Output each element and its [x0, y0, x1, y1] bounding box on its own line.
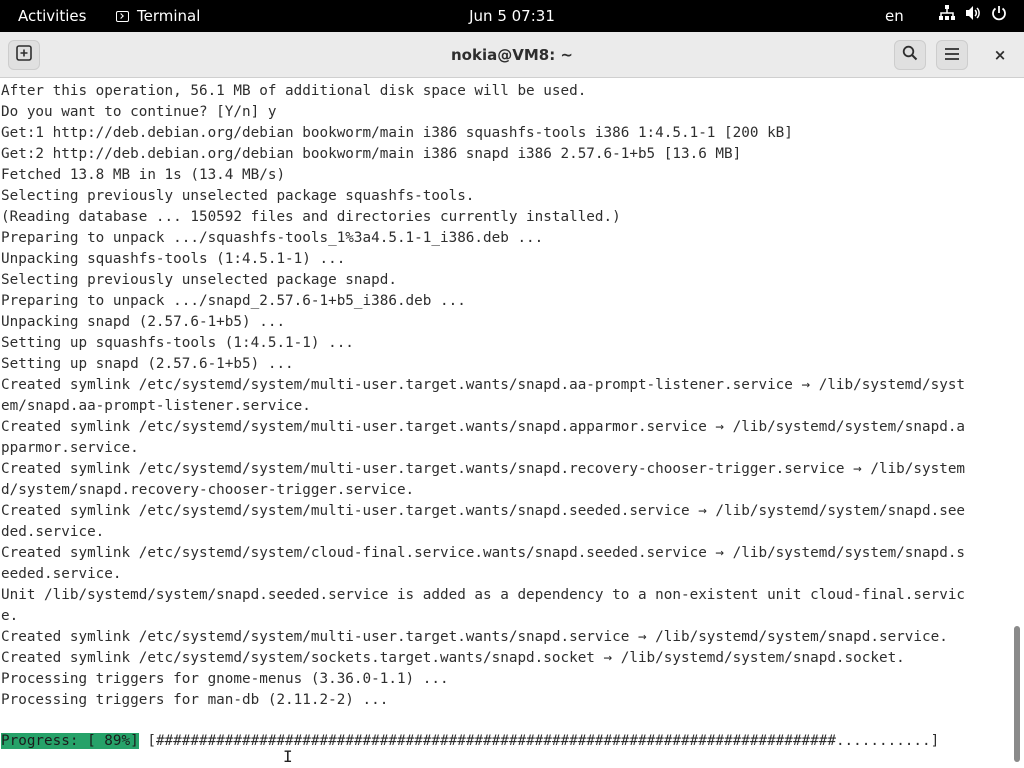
terminal-line: pparmor.service.: [1, 440, 139, 456]
terminal-line: Created symlink /etc/systemd/system/sock…: [1, 650, 905, 666]
scrollbar-thumb[interactable]: [1014, 626, 1020, 762]
terminal-line: Unpacking snapd (2.57.6-1+b5) ...: [1, 314, 286, 330]
terminal-line: Get:1 http://deb.debian.org/debian bookw…: [1, 125, 793, 141]
scrollbar[interactable]: [1010, 78, 1024, 768]
terminal-line: e.: [1, 608, 19, 624]
terminal-line: Get:2 http://deb.debian.org/debian bookw…: [1, 146, 742, 162]
progress-label: Progress: [ 89%]: [1, 733, 139, 749]
new-tab-icon: [16, 45, 32, 65]
terminal-line: Processing triggers for man-db (2.11.2-2…: [1, 692, 389, 708]
terminal-line: Setting up snapd (2.57.6-1+b5) ...: [1, 356, 294, 372]
clock[interactable]: Jun 5 07:31: [0, 0, 1024, 32]
terminal-line: Unit /lib/systemd/system/snapd.seeded.se…: [1, 587, 966, 603]
terminal-line: Selecting previously unselected package …: [1, 272, 397, 288]
terminal-line: (Reading database ... 150592 files and d…: [1, 209, 621, 225]
terminal-line: em/snapd.aa-prompt-listener.service.: [1, 398, 311, 414]
close-icon: ×: [993, 46, 1007, 64]
power-icon: [986, 0, 1012, 32]
terminal-line: eeded.service.: [1, 566, 122, 582]
window-title: nokia@VM8: ~: [451, 46, 573, 64]
terminal-line: After this operation, 56.1 MB of additio…: [1, 83, 587, 99]
terminal-line: Created symlink /etc/systemd/system/mult…: [1, 503, 966, 519]
terminal-line: Unpacking squashfs-tools (1:4.5.1-1) ...: [1, 251, 346, 267]
terminal-line: Fetched 13.8 MB in 1s (13.4 MB/s): [1, 167, 286, 183]
terminal-lines: After this operation, 56.1 MB of additio…: [1, 81, 965, 732]
search-icon: [902, 45, 918, 65]
terminal-line: ded.service.: [1, 524, 105, 540]
terminal-line: Setting up squashfs-tools (1:4.5.1-1) ..…: [1, 335, 354, 351]
hamburger-menu-icon: [944, 46, 960, 65]
terminal-line: Created symlink /etc/systemd/system/clou…: [1, 545, 966, 561]
terminal-line: Preparing to unpack .../snapd_2.57.6-1+b…: [1, 293, 466, 309]
network-icon: [934, 0, 960, 32]
system-status-menu[interactable]: [934, 0, 1012, 32]
language-indicator[interactable]: en: [885, 0, 904, 32]
terminal-line: Selecting previously unselected package …: [1, 188, 475, 204]
search-button[interactable]: [894, 40, 926, 70]
terminal-line: Processing triggers for gnome-menus (3.3…: [1, 671, 449, 687]
terminal-line: Created symlink /etc/systemd/system/mult…: [1, 419, 966, 435]
main-menu-button[interactable]: [936, 40, 968, 70]
terminal-header-bar: nokia@VM8: ~ ×: [0, 32, 1024, 78]
terminal-output[interactable]: After this operation, 56.1 MB of additio…: [0, 78, 1010, 768]
terminal-line: Preparing to unpack .../squashfs-tools_1…: [1, 230, 544, 246]
terminal-line: Created symlink /etc/systemd/system/mult…: [1, 629, 948, 645]
volume-icon: [960, 0, 986, 32]
terminal-line: d/system/snapd.recovery-chooser-trigger.…: [1, 482, 415, 498]
top-bar: Activities Terminal Jun 5 07:31 en: [0, 0, 1024, 32]
terminal-line: Do you want to continue? [Y/n] y: [1, 104, 277, 120]
close-button[interactable]: ×: [984, 40, 1016, 70]
progress-line: Progress: [ 89%] [######################…: [1, 731, 939, 752]
terminal-line: Created symlink /etc/systemd/system/mult…: [1, 461, 966, 477]
text-cursor-icon: I: [283, 747, 293, 766]
terminal-line: Created symlink /etc/systemd/system/mult…: [1, 377, 966, 393]
new-tab-button[interactable]: [8, 40, 40, 70]
progress-bar: [#######################################…: [138, 733, 940, 749]
